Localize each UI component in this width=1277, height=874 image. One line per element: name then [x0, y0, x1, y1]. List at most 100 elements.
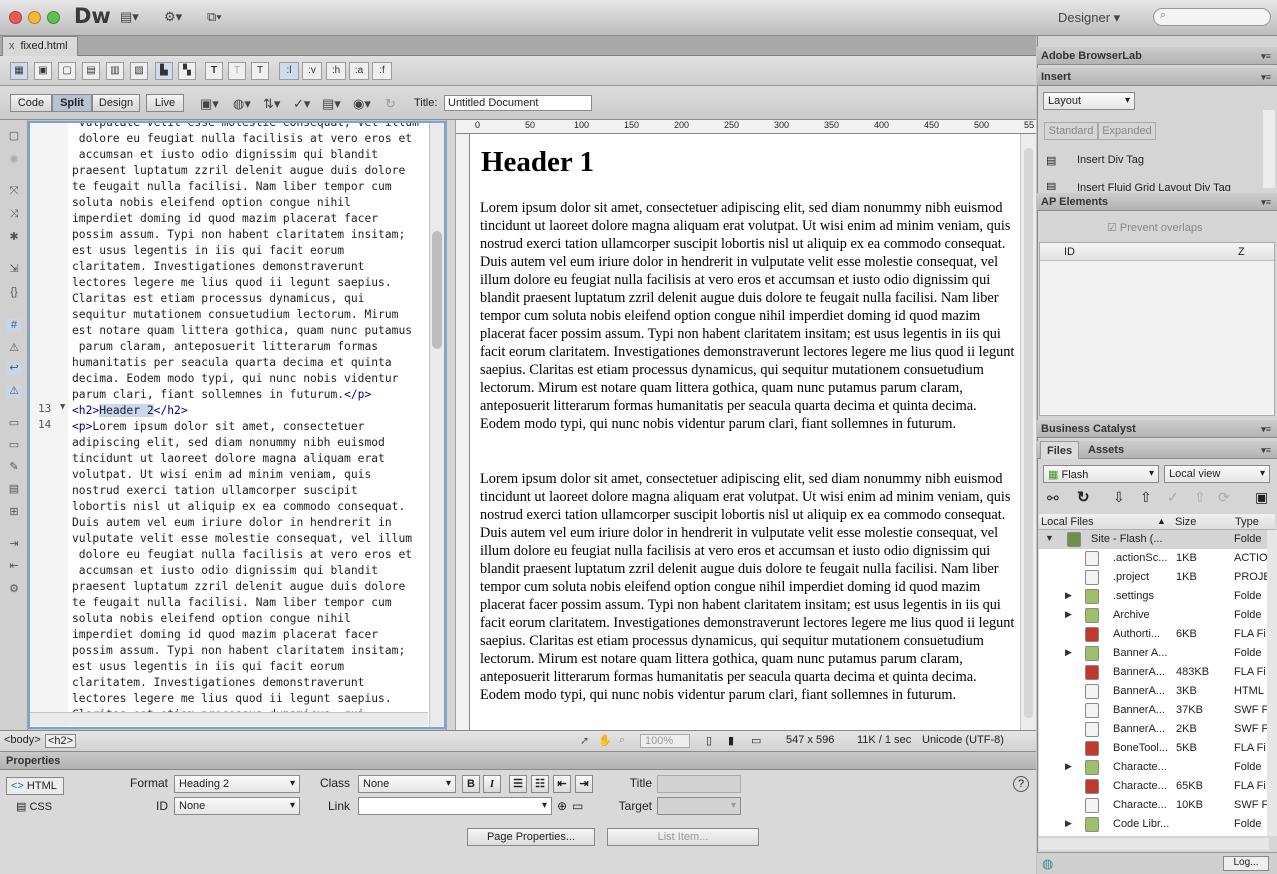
design-view[interactable]: Header 1 Lorem ipsum dolor sit amet, con… [470, 134, 1020, 730]
target-select[interactable] [657, 797, 741, 815]
open-documents-icon[interactable]: ▢ [7, 130, 21, 143]
help-icon[interactable]: ? [1013, 776, 1029, 792]
gear-menu-icon[interactable]: ⚙▾ [164, 9, 182, 25]
text-icon[interactable]: T [228, 62, 246, 80]
code-horizontal-scrollbar[interactable] [30, 712, 428, 726]
code-editor-text[interactable]: vulputate velit esse molestie consequat,… [72, 123, 427, 723]
tab-assets[interactable]: Assets [1082, 441, 1130, 459]
panel-menu-icon[interactable]: ▾≡ [1261, 197, 1271, 208]
standard-button[interactable]: Standard [1044, 122, 1098, 140]
browse-folder-icon[interactable]: ▭ [572, 799, 583, 813]
wrap-tag-icon[interactable]: ✎ [7, 461, 21, 474]
select-parent-tag-icon[interactable]: ⇲ [7, 263, 21, 276]
header-1[interactable]: Header 1 [481, 146, 594, 179]
type-column[interactable]: Type [1235, 516, 1259, 528]
page-properties-button[interactable]: Page Properties... [467, 828, 595, 846]
file-row[interactable]: BannerA... 3KB HTML [1039, 682, 1267, 701]
text-bold-icon[interactable]: T [205, 62, 223, 80]
files-horizontal-scrollbar[interactable] [1039, 838, 1269, 850]
show-code-navigator-icon[interactable]: ✺ [7, 154, 21, 167]
format-select[interactable]: Heading 2 [174, 775, 300, 793]
word-wrap-icon[interactable]: ↩ [7, 362, 21, 375]
browserlab-panel-header[interactable]: Adobe BrowserLab ▾≡ [1037, 47, 1277, 65]
tag-button-v[interactable]: :v [302, 62, 322, 80]
file-row[interactable]: BoneTool... 5KB FLA Fi [1039, 739, 1267, 758]
insert-panel-header[interactable]: Insert ▾≡ [1037, 68, 1277, 86]
view-select[interactable]: Local view [1164, 465, 1270, 483]
zoom-tool-icon[interactable]: ⌕ [619, 734, 625, 747]
list-item-button[interactable]: List Item... [607, 828, 759, 846]
file-row[interactable]: BannerA... 483KB FLA Fi [1039, 663, 1267, 682]
prevent-overlaps-checkbox[interactable]: ☑ Prevent overlaps [1107, 221, 1202, 234]
window-size[interactable]: 547 x 596 [786, 734, 834, 746]
close-window-button[interactable] [9, 11, 22, 24]
local-files-column[interactable]: Local Files [1041, 516, 1094, 528]
zoom-select[interactable]: 100% [640, 734, 690, 748]
insert-category-select[interactable]: Layout [1043, 92, 1135, 110]
multiscreen-icon[interactable]: ▣▾ [200, 96, 219, 112]
tag-selector-h2[interactable]: <h2> [45, 734, 77, 748]
synchronize-icon[interactable]: ⟳ [1218, 489, 1230, 506]
point-to-file-icon[interactable]: ⊕ [557, 799, 567, 813]
expand-panel-icon[interactable]: ▣ [1255, 489, 1268, 506]
indent-text-icon[interactable]: ⇥ [575, 775, 593, 793]
scroll-thumb[interactable] [432, 231, 442, 349]
layout-menu-icon[interactable]: ▤▾ [120, 9, 139, 25]
recent-snippets-icon[interactable]: ▤ [7, 483, 21, 496]
check-out-icon[interactable]: ✓ [1167, 489, 1179, 506]
grid-icon[interactable]: ▚ [178, 62, 196, 80]
collapse-triangle-icon[interactable]: ▼ [60, 402, 65, 412]
indent-icon[interactable]: ⇥ [7, 538, 21, 551]
get-files-icon[interactable]: ⇩ [1113, 489, 1125, 506]
tag-button-f[interactable]: :f [372, 62, 392, 80]
log-button[interactable]: Log... [1223, 856, 1269, 871]
table-icon[interactable]: ▥ [106, 62, 124, 80]
design-view-button[interactable]: Design [92, 94, 140, 112]
properties-header[interactable]: Properties [0, 752, 1036, 770]
file-row[interactable]: BannerA... 37KB SWF Fi [1039, 701, 1267, 720]
design-vertical-scrollbar[interactable] [1020, 134, 1036, 730]
text-frame-icon[interactable]: T [251, 62, 269, 80]
tag-button-h[interactable]: :h [326, 62, 346, 80]
code-vertical-scrollbar[interactable] [429, 123, 444, 727]
unordered-list-icon[interactable]: ☰ [509, 775, 527, 793]
expand-triangle-icon[interactable]: ▶ [1065, 761, 1072, 772]
collapse-selection-icon[interactable]: ⤨ [7, 208, 21, 221]
split-divider[interactable] [446, 120, 456, 732]
file-row[interactable]: ▶ Banner A... Folde [1039, 644, 1267, 663]
files-scrollbar[interactable] [1267, 530, 1277, 836]
ap-elements-list[interactable]: ID Z [1039, 242, 1275, 416]
image-icon[interactable]: ▧ [130, 62, 148, 80]
tab-files[interactable]: Files [1040, 441, 1080, 459]
design-paragraph[interactable]: Lorem ipsum dolor sit amet, consectetuer… [480, 470, 1015, 704]
split-view-button[interactable]: Split [52, 94, 92, 112]
highlight-invalid-icon[interactable]: ⚠ [7, 342, 21, 355]
file-row[interactable]: Characte... 65KB FLA Fi [1039, 777, 1267, 796]
tag-selector-body[interactable]: <body> [4, 734, 41, 746]
insert-div-tag-item[interactable]: Insert Div Tag [1077, 154, 1144, 166]
tab-fixed-html[interactable]: x fixed.html [2, 36, 78, 56]
file-row[interactable]: Characte... 10KB SWF Fi [1039, 796, 1267, 815]
file-row[interactable]: BannerA... 2KB SWF Fi [1039, 720, 1267, 739]
close-icon[interactable]: x [9, 40, 15, 53]
preview-browser-icon[interactable]: ◍▾ [233, 96, 251, 112]
site-select[interactable]: ▦ Flash [1043, 465, 1159, 483]
title-field-input[interactable] [657, 775, 741, 793]
mobile-size-icon[interactable]: ▯ [706, 734, 712, 747]
tag-button-l[interactable]: :l [279, 62, 299, 80]
files-tree[interactable]: ▼ Site - Flash (... Folde .actionSc... 1KB AC… [1039, 530, 1267, 836]
connect-icon[interactable]: ⚯ [1047, 490, 1059, 507]
id-select[interactable]: None [174, 797, 300, 815]
ordered-list-icon[interactable]: ☷ [531, 775, 549, 793]
expanded-button[interactable]: Expanded [1098, 122, 1156, 140]
desktop-size-icon[interactable]: ▭ [751, 734, 761, 747]
site-menu-icon[interactable]: ⧉▾ [207, 9, 222, 25]
italic-button[interactable]: I [483, 775, 501, 793]
refresh-icon[interactable]: ↻ [1077, 488, 1090, 506]
file-row[interactable]: .project 1KB PROJE [1039, 568, 1267, 587]
zoom-window-button[interactable] [47, 11, 60, 24]
file-row[interactable]: ▶ Code Libr... Folde [1039, 815, 1267, 834]
visual-aids-icon[interactable]: ◉▾ [353, 96, 371, 112]
file-row[interactable]: Authorti... 6KB FLA Fi [1039, 625, 1267, 644]
file-row[interactable]: ▶ Archive Folde [1039, 606, 1267, 625]
